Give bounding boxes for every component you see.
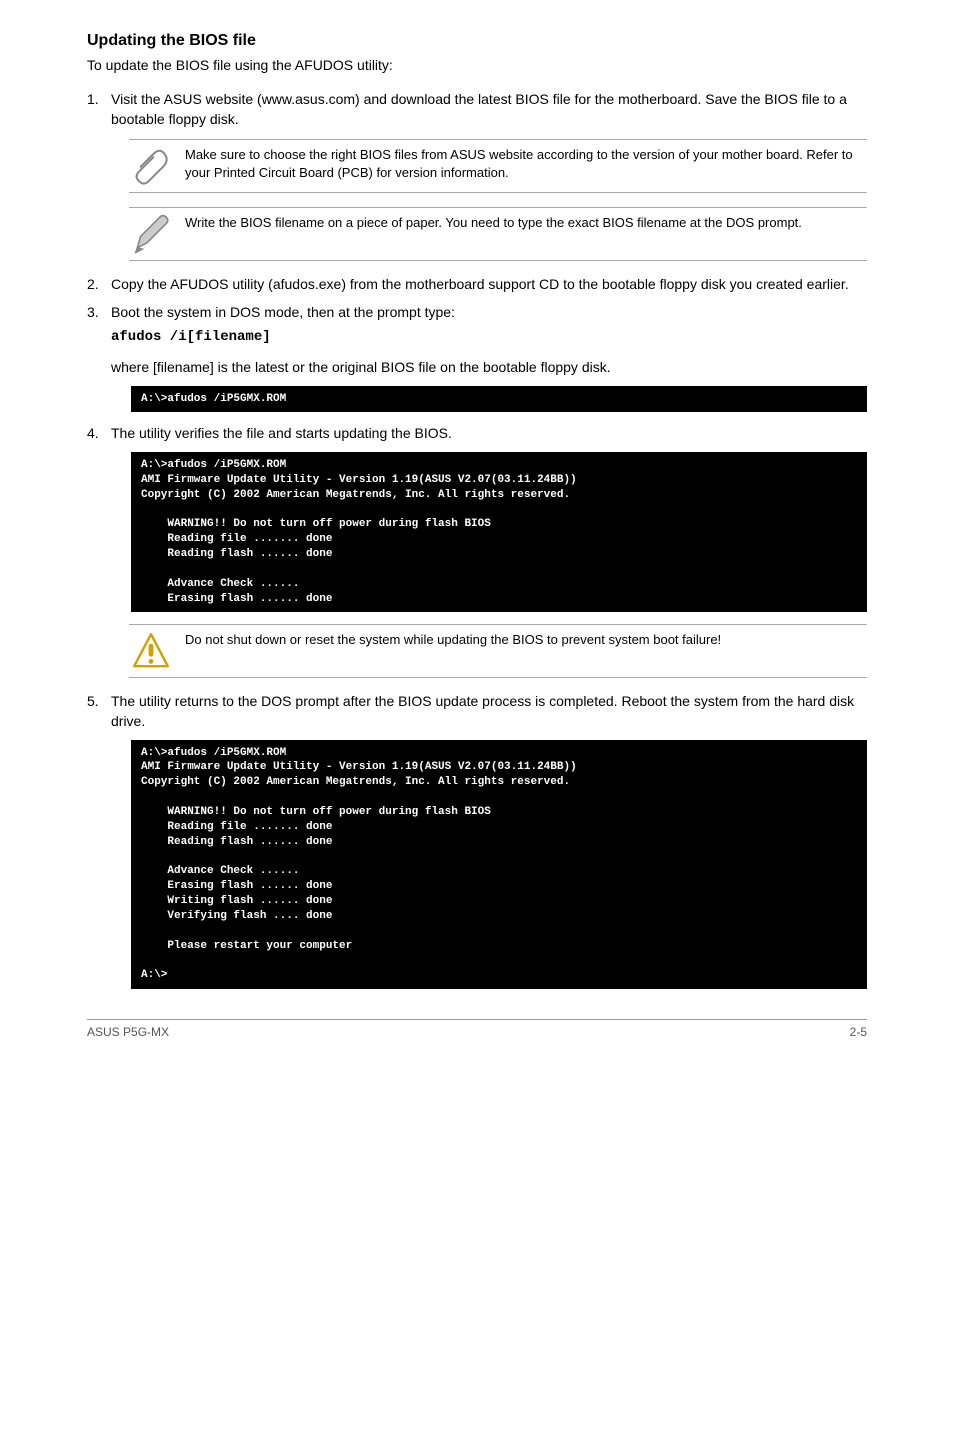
step-number: 4. (87, 424, 99, 444)
step-text: The utility verifies the file and starts… (111, 424, 867, 444)
note-info-2: Write the BIOS filename on a piece of pa… (129, 207, 867, 261)
note-text: Make sure to choose the right BIOS files… (185, 146, 867, 181)
step-aftertext: where [filename] is the latest or the or… (111, 358, 867, 378)
step-number: 3. (87, 303, 99, 323)
terminal-output-1: A:\>afudos /iP5GMX.ROM (131, 386, 867, 413)
step-text: Boot the system in DOS mode, then at the… (111, 303, 867, 323)
pencil-icon (129, 214, 173, 254)
footer-right: 2-5 (850, 1024, 867, 1041)
note-warning: Do not shut down or reset the system whi… (129, 624, 867, 678)
step-text: Visit the ASUS website (www.asus.com) an… (111, 90, 867, 129)
step-text: The utility returns to the DOS prompt af… (111, 692, 867, 731)
intro-text: To update the BIOS file using the AFUDOS… (87, 56, 867, 76)
note-text: Write the BIOS filename on a piece of pa… (185, 214, 867, 232)
code-command: afudos /i[filename] (111, 328, 867, 348)
step-number: 2. (87, 275, 99, 295)
terminal-output-2: A:\>afudos /iP5GMX.ROM AMI Firmware Upda… (131, 452, 867, 612)
section-heading: Updating the BIOS file (87, 30, 867, 52)
step-4: 4. The utility verifies the file and sta… (87, 424, 867, 444)
step-3: 3. Boot the system in DOS mode, then at … (87, 303, 867, 378)
steps-list: 1. Visit the ASUS website (www.asus.com)… (87, 90, 867, 129)
terminal-output-3: A:\>afudos /iP5GMX.ROM AMI Firmware Upda… (131, 740, 867, 990)
page-footer: ASUS P5G-MX 2-5 (87, 1019, 867, 1041)
steps-list-cont2: 4. The utility verifies the file and sta… (87, 424, 867, 444)
steps-list-cont3: 5. The utility returns to the DOS prompt… (87, 692, 867, 731)
steps-list-cont: 2. Copy the AFUDOS utility (afudos.exe) … (87, 275, 867, 377)
step-number: 5. (87, 692, 99, 712)
warning-icon (129, 631, 173, 671)
note-text: Do not shut down or reset the system whi… (185, 631, 867, 649)
paperclip-icon (129, 146, 173, 186)
step-text: Copy the AFUDOS utility (afudos.exe) fro… (111, 275, 867, 295)
footer-left: ASUS P5G-MX (87, 1024, 169, 1041)
step-number: 1. (87, 90, 99, 110)
step-2: 2. Copy the AFUDOS utility (afudos.exe) … (87, 275, 867, 295)
step-5: 5. The utility returns to the DOS prompt… (87, 692, 867, 731)
note-info-1: Make sure to choose the right BIOS files… (129, 139, 867, 193)
step-1: 1. Visit the ASUS website (www.asus.com)… (87, 90, 867, 129)
